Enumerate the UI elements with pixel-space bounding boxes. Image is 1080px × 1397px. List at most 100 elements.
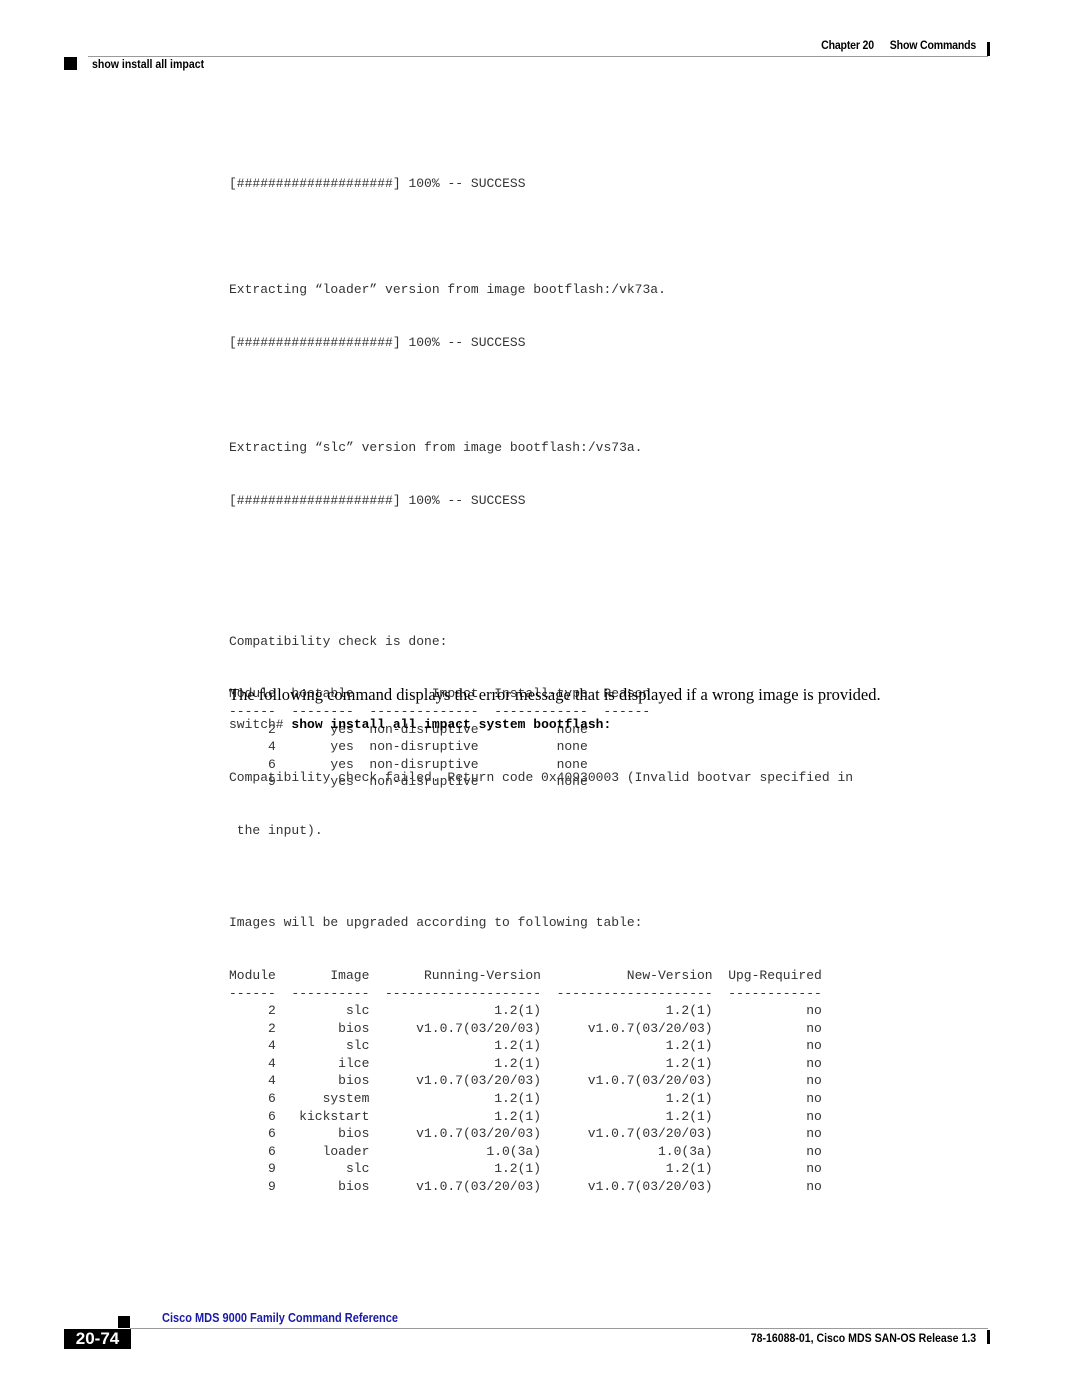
column-divider: ------ — [229, 985, 276, 1001]
upgrade-title: Images will be upgraded according to fol… — [229, 915, 643, 931]
progress-percent: 100% — [408, 492, 440, 508]
col-image-cell: slc — [345, 1003, 370, 1019]
col-running-version-cell: 1.0(3a) — [486, 1143, 541, 1159]
col-new-version-cell: 1.2(1) — [665, 1003, 713, 1019]
col-upg-required-cell: no — [806, 1020, 822, 1036]
command-text: show install all impact system bootflash… — [291, 717, 612, 732]
page-number: 20-74 — [64, 1329, 131, 1349]
col-running-version-cell: 1.2(1) — [494, 1003, 541, 1019]
column-header: Image — [330, 967, 370, 983]
progress-bar-text: [####################] — [229, 334, 401, 350]
footer-marker-square — [118, 1316, 130, 1328]
col-running-version-cell: v1.0.7(03/20/03) — [416, 1126, 541, 1142]
extract-loader-line: Extracting “loader” version from image b… — [229, 281, 666, 297]
col-running-version-cell: v1.0.7(03/20/03) — [416, 1020, 541, 1036]
col-module-cell: 4 — [267, 1038, 276, 1054]
col-running-version-cell: 1.2(1) — [494, 1038, 541, 1054]
column-divider: -------------------- — [556, 985, 713, 1001]
footer-rule — [130, 1328, 988, 1329]
running-header-section: show install all impact — [92, 57, 205, 71]
progress-percent: 100% — [408, 334, 440, 350]
footer-marker-bar — [987, 1330, 990, 1344]
col-upg-required-cell: no — [806, 1161, 822, 1177]
table-row: 6 loader 1.0(3a) 1.0(3a) no — [229, 1143, 822, 1161]
header-marker-bar — [987, 42, 990, 56]
footer-release: 78-16088-01, Cisco MDS SAN-OS Release 1.… — [750, 1331, 976, 1345]
column-header: Upg-Required — [728, 967, 822, 983]
col-upg-required-cell: no — [806, 1003, 822, 1019]
col-new-version-cell: v1.0.7(03/20/03) — [587, 1179, 713, 1195]
column-divider: ---------- — [291, 985, 370, 1001]
progress-percent: 100% — [408, 176, 440, 192]
command-prompt: switch# — [229, 717, 292, 732]
col-image-cell: system — [322, 1091, 370, 1107]
command-line: switch# show install all impact system b… — [229, 716, 611, 734]
table-row: 6 kickstart 1.2(1) 1.2(1) no — [229, 1108, 822, 1126]
col-upg-required-cell: no — [806, 1179, 822, 1195]
column-divider: ------------ — [728, 985, 822, 1001]
col-upg-required-cell: no — [806, 1091, 822, 1107]
col-image-cell: ilce — [338, 1055, 370, 1071]
extract-slc-line: Extracting “slc” version from image boot… — [229, 440, 643, 456]
header-rule — [88, 56, 988, 57]
table-row: 9 bios v1.0.7(03/20/03) v1.0.7(03/20/03) no — [229, 1178, 822, 1196]
column-header: Module — [229, 967, 276, 983]
col-module-cell: 4 — [267, 1073, 276, 1089]
col-module-cell: 6 — [267, 1091, 276, 1107]
table-row: 4 ilce 1.2(1) 1.2(1) no — [229, 1055, 822, 1073]
col-module-cell: 9 — [267, 1161, 276, 1177]
col-upg-required-cell: no — [806, 1126, 822, 1142]
col-module-cell: 4 — [267, 1055, 276, 1071]
chapter-number: Chapter 20 — [821, 38, 874, 52]
table-row: 2 slc 1.2(1) 1.2(1) no — [229, 1002, 822, 1020]
col-running-version-cell: 1.2(1) — [494, 1055, 541, 1071]
progress-status: -- SUCCESS — [447, 492, 526, 508]
col-new-version-cell: 1.2(1) — [665, 1108, 713, 1124]
section-marker-square — [64, 57, 77, 70]
install-output: [####################] 100% -- SUCCESS E… — [229, 140, 822, 1213]
table-row: 4 bios v1.0.7(03/20/03) v1.0.7(03/20/03) no — [229, 1072, 822, 1090]
col-new-version-cell: v1.0.7(03/20/03) — [587, 1126, 713, 1142]
progress-line: [####################] 100% -- SUCCESS — [229, 175, 822, 193]
col-running-version-cell: 1.2(1) — [494, 1161, 541, 1177]
table-divider-row: ----------------------------------------… — [229, 985, 822, 1003]
col-new-version-cell: 1.2(1) — [665, 1038, 713, 1054]
progress-bar-text: [####################] — [229, 176, 401, 192]
table-row: 4 slc 1.2(1) 1.2(1) no — [229, 1037, 822, 1055]
running-header-chapter: Chapter 20 Show Commands — [821, 38, 976, 52]
col-new-version-cell: v1.0.7(03/20/03) — [587, 1020, 713, 1036]
col-image-cell: slc — [345, 1038, 370, 1054]
col-module-cell: 6 — [267, 1108, 276, 1124]
error-line: Compatibility check failed. Return code … — [229, 770, 854, 786]
progress-line: [####################] 100% -- SUCCESS — [229, 492, 822, 510]
chapter-title: Show Commands — [889, 38, 976, 52]
progress-status: -- SUCCESS — [447, 176, 526, 192]
progress-line: [####################] 100% -- SUCCESS — [229, 334, 822, 352]
col-module-cell: 6 — [267, 1143, 276, 1159]
col-running-version-cell: v1.0.7(03/20/03) — [416, 1179, 541, 1195]
col-module-cell: 9 — [267, 1179, 276, 1195]
error-output: Compatibility check failed. Return code … — [229, 734, 853, 857]
col-running-version-cell: 1.2(1) — [494, 1108, 541, 1124]
col-new-version-cell: 1.2(1) — [665, 1161, 713, 1177]
table-header-row: Module Image Running-Version New-Version Upg… — [229, 967, 822, 985]
col-upg-required-cell: no — [806, 1073, 822, 1089]
col-image-cell: bios — [338, 1126, 370, 1142]
col-module-cell: 6 — [267, 1126, 276, 1142]
table-row: 9 slc 1.2(1) 1.2(1) no — [229, 1160, 822, 1178]
footer-book-title[interactable]: Cisco MDS 9000 Family Command Reference — [162, 1311, 398, 1325]
table-row: 2 bios v1.0.7(03/20/03) v1.0.7(03/20/03) no — [229, 1020, 822, 1038]
compat-title: Compatibility check is done: — [229, 633, 448, 649]
col-running-version-cell: v1.0.7(03/20/03) — [416, 1073, 541, 1089]
col-new-version-cell: v1.0.7(03/20/03) — [587, 1073, 713, 1089]
col-module-cell: 2 — [267, 1020, 276, 1036]
col-module-cell: 2 — [267, 1003, 276, 1019]
table-row: 6 system 1.2(1) 1.2(1) no — [229, 1090, 822, 1108]
col-upg-required-cell: no — [806, 1055, 822, 1071]
body-paragraph: The following command displays the error… — [229, 685, 881, 704]
column-header: Running-Version — [423, 967, 541, 983]
col-upg-required-cell: no — [806, 1108, 822, 1124]
col-image-cell: bios — [338, 1020, 370, 1036]
col-new-version-cell: 1.0(3a) — [658, 1143, 713, 1159]
col-image-cell: bios — [338, 1179, 370, 1195]
